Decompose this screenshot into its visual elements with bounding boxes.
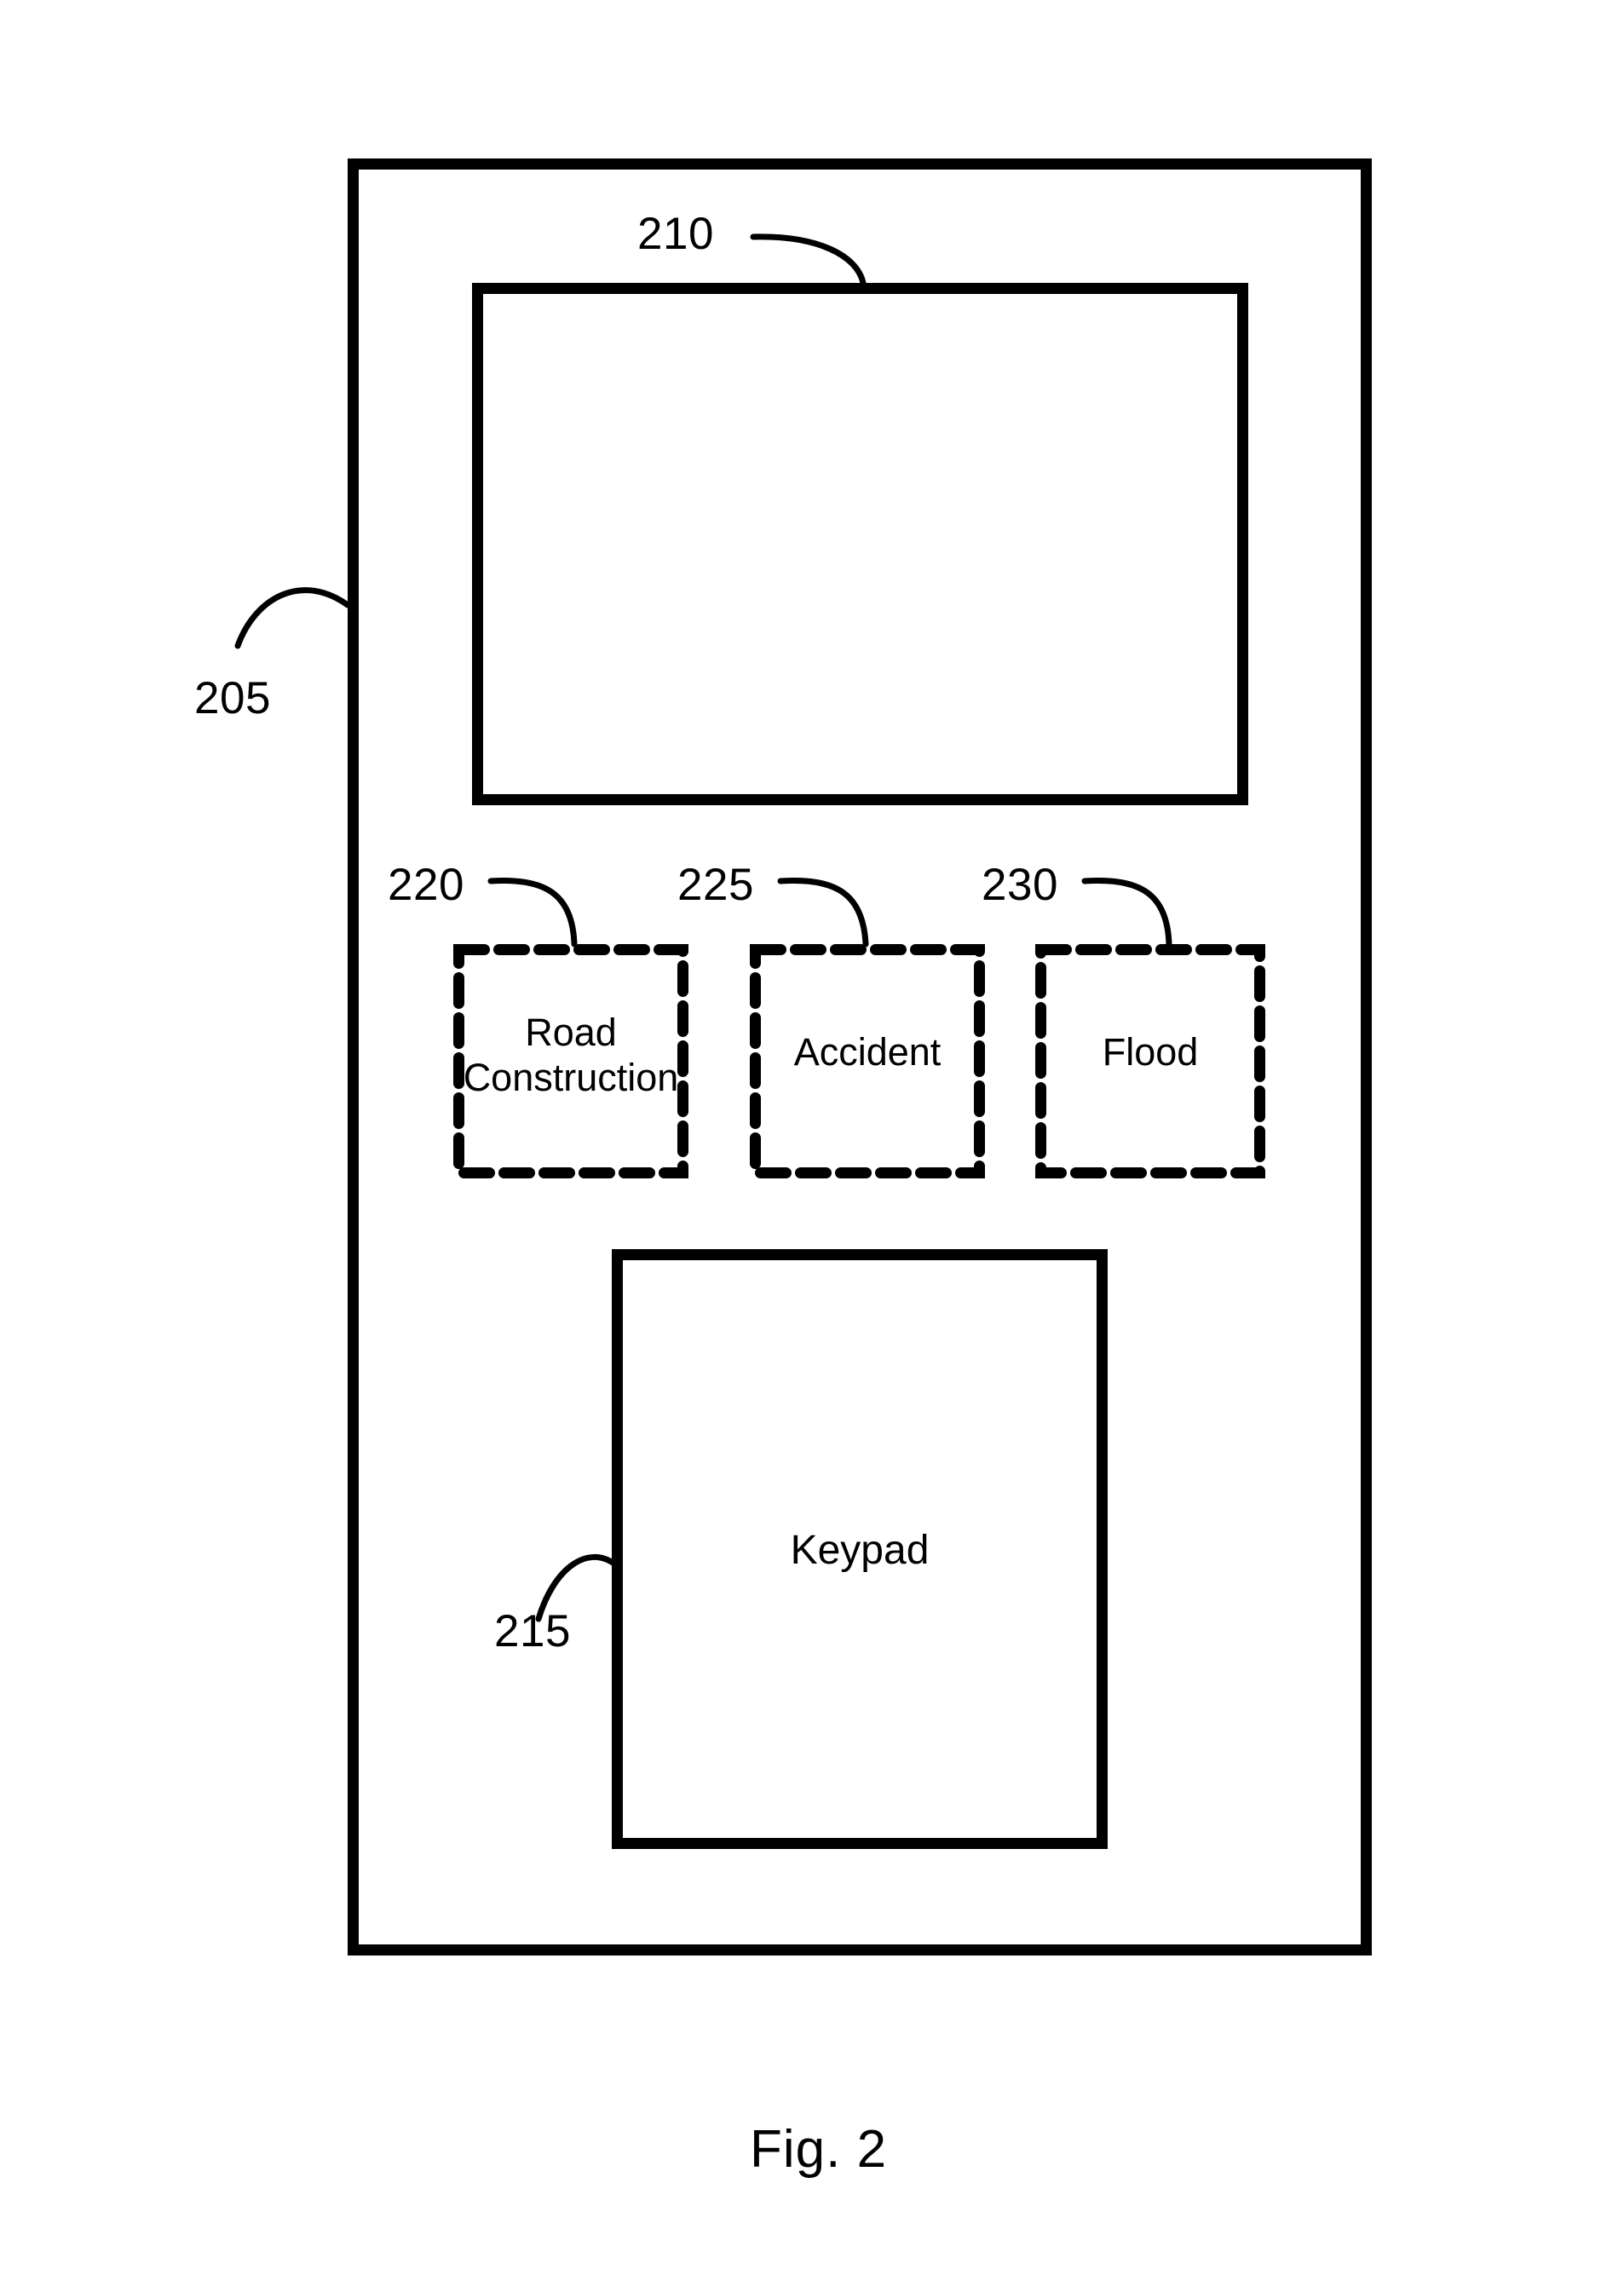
accident-button-label: Accident (793, 1030, 942, 1074)
display-screen-outline[interactable] (472, 283, 1248, 805)
reference-numeral-205: 205 (194, 673, 271, 723)
reference-numeral-210: 210 (637, 209, 714, 259)
reference-numeral-215: 215 (494, 1606, 571, 1656)
leader-line-230 (1081, 877, 1172, 948)
leader-line-225 (777, 877, 869, 948)
leader-line-220 (487, 877, 578, 948)
leader-line-210 (750, 233, 867, 286)
reference-numeral-220: 220 (388, 860, 464, 910)
flood-button-label: Flood (1102, 1030, 1199, 1074)
figure-line-art (234, 158, 1372, 1956)
leader-line-205 (234, 587, 351, 649)
road-construction-button-label: Road Construction (463, 1011, 679, 1100)
reference-numeral-225: 225 (677, 860, 754, 910)
reference-numeral-230: 230 (982, 860, 1058, 910)
keypad-label: Keypad (790, 1528, 930, 1573)
figure-caption: Fig. 2 (750, 2120, 888, 2179)
